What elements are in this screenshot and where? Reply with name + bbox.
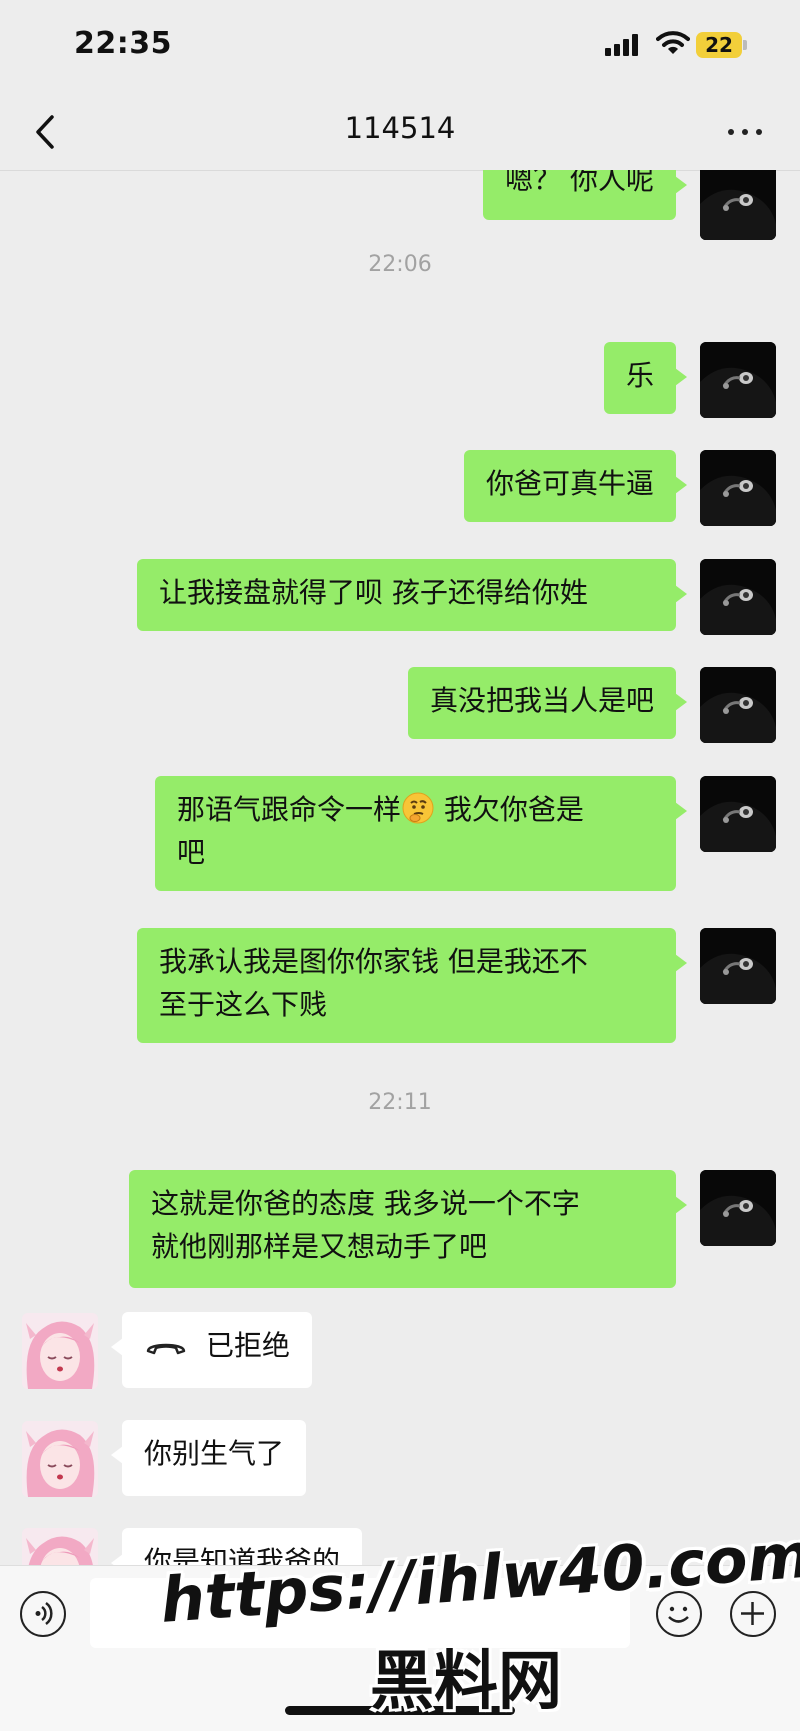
message-outgoing[interactable]: 我承认我是图你你家钱 但是我还不 至于这么下贱 [137, 928, 687, 1043]
cellular-signal-icon [605, 34, 643, 56]
message-text: 让我接盘就得了呗 孩子还得给你姓 [159, 576, 588, 609]
message-outgoing[interactable]: 那语气跟命令一样 我欠你爸是吧 [155, 776, 687, 891]
message-text: 嗯？ 你人呢 [505, 170, 654, 196]
voice-icon [35, 1601, 53, 1626]
contact-avatar[interactable] [22, 1528, 98, 1565]
more-options-icon[interactable] [728, 129, 764, 137]
smiley-icon [668, 1606, 689, 1623]
my-avatar[interactable] [700, 667, 776, 743]
battery-tip [743, 40, 747, 50]
call-status-text: 已拒绝 [206, 1329, 291, 1362]
my-avatar[interactable] [700, 928, 776, 1004]
my-avatar[interactable] [700, 776, 776, 852]
message-text: 你爸可真牛逼 [485, 467, 654, 500]
message-text: 你是知道我爸的 [144, 1545, 341, 1565]
message-text: 就他刚那样是又想动手了吧 [151, 1230, 488, 1263]
message-outgoing[interactable]: 嗯？ 你人呢 [483, 170, 687, 220]
message-outgoing[interactable]: 让我接盘就得了呗 孩子还得给你姓 [137, 559, 687, 631]
more-functions-button[interactable] [730, 1591, 776, 1637]
chat-title: 114514 [344, 111, 456, 145]
message-text: 乐 [625, 359, 654, 392]
plus-icon [741, 1602, 764, 1625]
message-text: 你别生气了 [144, 1437, 285, 1470]
message-text: 真没把我当人是吧 [429, 684, 654, 717]
status-bar: 22:35 22 [0, 0, 800, 95]
emoji-button[interactable] [656, 1591, 702, 1637]
status-time: 22:35 [74, 26, 172, 61]
phone-hangup-icon [146, 1343, 186, 1355]
my-avatar[interactable] [700, 450, 776, 526]
message-input[interactable] [90, 1578, 630, 1648]
message-incoming[interactable]: 你别生气了 [110, 1420, 307, 1496]
message-outgoing[interactable]: 乐 [603, 342, 688, 414]
contact-avatar[interactable] [22, 1421, 98, 1497]
message-outgoing[interactable]: 真没把我当人是吧 [407, 667, 688, 739]
message-text: 至于这么下贱 [159, 988, 328, 1021]
message-text: 我欠你爸是 [435, 793, 584, 826]
my-avatar[interactable] [700, 170, 776, 240]
message-incoming-call[interactable]: 已拒绝 [110, 1312, 313, 1388]
message-text: 吧 [177, 836, 206, 869]
message-text: 这就是你爸的态度 我多说一个不字 [151, 1187, 580, 1220]
wifi-icon [656, 31, 690, 54]
timestamp: 22:11 [368, 1090, 432, 1115]
chat-header: 114514 [0, 95, 800, 171]
chat-message-list[interactable]: 嗯？ 你人呢 22:06 乐 你爸可真牛逼 让我接盘就得了呗 孩子还得给你姓 真… [0, 170, 800, 1565]
contact-avatar[interactable] [22, 1313, 98, 1389]
voice-input-button[interactable] [20, 1591, 66, 1637]
message-incoming[interactable]: 你是知道我爸的 [110, 1528, 363, 1565]
input-bar [0, 1565, 800, 1731]
home-indicator [285, 1706, 515, 1715]
my-avatar[interactable] [700, 1170, 776, 1246]
my-avatar[interactable] [700, 342, 776, 418]
message-text: 我承认我是图你你家钱 但是我还不 [159, 945, 588, 978]
message-text: 那语气跟命令一样 [177, 793, 402, 826]
message-outgoing[interactable]: 你爸可真牛逼 [463, 450, 688, 522]
battery-icon: 22 [696, 32, 742, 58]
message-outgoing[interactable]: 这就是你爸的态度 我多说一个不字 就他刚那样是又想动手了吧 [129, 1170, 687, 1288]
thinking-face-emoji-icon [402, 792, 434, 824]
timestamp: 22:06 [368, 252, 432, 277]
my-avatar[interactable] [700, 559, 776, 635]
